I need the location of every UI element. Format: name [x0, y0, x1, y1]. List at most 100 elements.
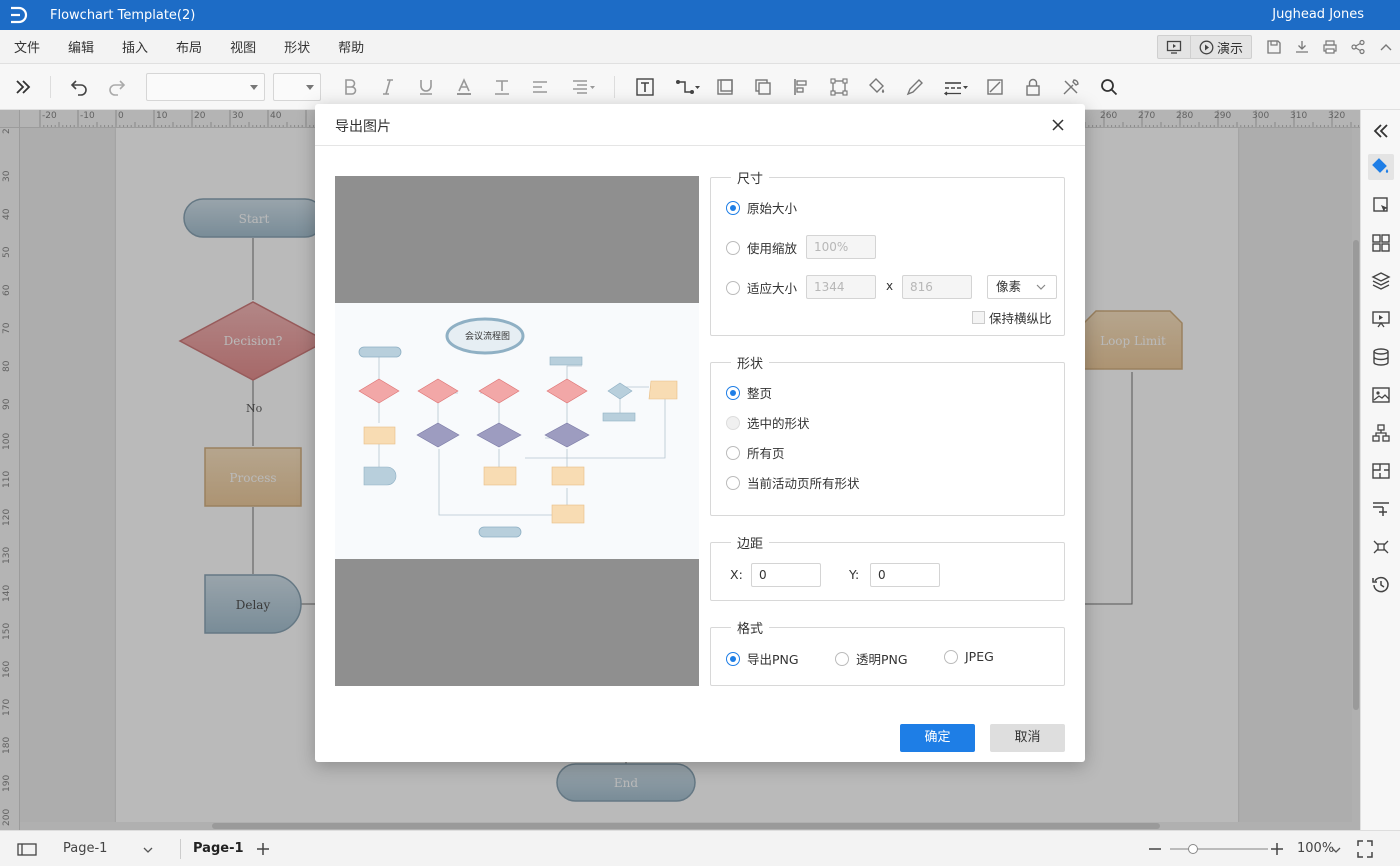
size-original-option[interactable]: 原始大小	[726, 198, 797, 217]
radio-unchecked[interactable]	[944, 649, 958, 664]
size-original-label: 原始大小	[747, 201, 798, 216]
line-color-button[interactable]	[902, 74, 928, 100]
image-button[interactable]	[1368, 382, 1394, 408]
size-scale-option[interactable]: 使用缩放	[726, 238, 797, 257]
search-button[interactable]	[1096, 74, 1122, 100]
size-fit-option[interactable]: 适应大小	[726, 278, 797, 297]
font-color-button[interactable]	[451, 74, 477, 100]
confirm-button[interactable]: 确定	[900, 724, 975, 752]
save-button[interactable]	[1260, 30, 1288, 64]
slideshow-button[interactable]	[1158, 36, 1190, 58]
zoom-in-button[interactable]	[1270, 831, 1284, 866]
present-button[interactable]: 演示	[1189, 36, 1251, 58]
page-panel-button[interactable]	[16, 831, 38, 866]
radio-checked[interactable]	[726, 385, 740, 400]
align-shapes-button[interactable]	[788, 74, 814, 100]
text-box-button[interactable]	[632, 74, 658, 100]
align-button[interactable]	[527, 74, 553, 100]
page-tab-active[interactable]: Page-1	[193, 831, 244, 866]
arrange-button[interactable]	[750, 74, 776, 100]
floor-plan-button[interactable]	[1368, 458, 1394, 484]
all-pages-label: 所有页	[747, 446, 785, 461]
checkbox[interactable]	[972, 311, 985, 324]
underline-button[interactable]	[413, 74, 439, 100]
italic-button[interactable]	[375, 74, 401, 100]
collapse-menu-button[interactable]	[1372, 30, 1400, 64]
size-legend: 尺寸	[737, 172, 764, 187]
radio-unchecked[interactable]	[726, 280, 740, 295]
scale-input[interactable]: 100%	[806, 235, 876, 259]
close-dialog-button[interactable]	[1049, 116, 1067, 134]
download-button[interactable]	[1288, 30, 1316, 64]
text-box-icon	[636, 78, 654, 96]
format-jpeg-option[interactable]: JPEG	[944, 649, 994, 664]
radio-unchecked[interactable]	[726, 475, 740, 490]
connector-button[interactable]	[672, 74, 704, 100]
menu-edit[interactable]: 编辑	[54, 37, 108, 56]
shape-all-pages-option[interactable]: 所有页	[726, 443, 785, 462]
tools-button[interactable]	[1058, 74, 1084, 100]
org-chart-button[interactable]	[1368, 420, 1394, 446]
undo-button[interactable]	[66, 74, 92, 100]
shape-format-button[interactable]	[1368, 192, 1394, 218]
library-button[interactable]	[1368, 230, 1394, 256]
share-button[interactable]	[1344, 30, 1372, 64]
width-input[interactable]: 1344	[806, 275, 876, 299]
line-spacing-button[interactable]	[567, 74, 599, 100]
bold-button[interactable]	[337, 74, 363, 100]
fill-button[interactable]	[864, 74, 890, 100]
margin-y-input[interactable]: 0	[870, 563, 940, 587]
zoom-slider[interactable]	[1170, 831, 1268, 866]
page-tab-label: Page-1	[193, 841, 244, 856]
redo-button[interactable]	[104, 74, 130, 100]
mind-map-button[interactable]	[1368, 534, 1394, 560]
menu-view[interactable]: 视图	[216, 37, 270, 56]
radio-disabled[interactable]	[726, 415, 740, 430]
keep-ratio-checkbox[interactable]: 保持横纵比	[972, 308, 1052, 327]
menu-help[interactable]: 帮助	[324, 37, 378, 56]
lock-button[interactable]	[1020, 74, 1046, 100]
format-png-option[interactable]: 导出PNG	[726, 649, 799, 668]
pen-icon	[906, 79, 923, 96]
height-input[interactable]: 816	[902, 275, 972, 299]
menu-shape[interactable]: 形状	[270, 37, 324, 56]
size-button[interactable]	[826, 74, 852, 100]
page-select[interactable]: Page-1	[63, 831, 159, 866]
timeline-button[interactable]	[1368, 496, 1394, 522]
zoom-out-button[interactable]	[1148, 831, 1162, 866]
radio-checked[interactable]	[726, 200, 740, 215]
menu-file[interactable]: 文件	[0, 37, 54, 56]
cancel-button[interactable]: 取消	[990, 724, 1065, 752]
app-logo-icon[interactable]	[0, 0, 36, 30]
data-button[interactable]	[1368, 344, 1394, 370]
text-style-button[interactable]	[489, 74, 515, 100]
style-panel-button[interactable]	[1368, 154, 1394, 180]
shape-whole-page-option[interactable]: 整页	[726, 383, 772, 402]
format-transparent-png-option[interactable]: 透明PNG	[835, 649, 908, 668]
print-button[interactable]	[1316, 30, 1344, 64]
font-size-select[interactable]	[273, 73, 321, 101]
radio-unchecked[interactable]	[726, 445, 740, 460]
presentation-panel-button[interactable]	[1368, 306, 1394, 332]
menu-layout[interactable]: 布局	[162, 37, 216, 56]
zoom-select[interactable]: 100%	[1297, 831, 1341, 866]
shape-selected-option[interactable]: 选中的形状	[726, 413, 810, 432]
menu-insert[interactable]: 插入	[108, 37, 162, 56]
collapse-side-panel-button[interactable]	[1368, 118, 1394, 144]
edit-shape-button[interactable]	[982, 74, 1008, 100]
layers-button[interactable]	[1368, 268, 1394, 294]
radio-unchecked[interactable]	[726, 240, 740, 255]
fullscreen-button[interactable]	[1356, 831, 1374, 866]
container-button[interactable]	[712, 74, 738, 100]
user-name[interactable]: Jughead Jones	[1272, 0, 1364, 30]
shape-current-page-option[interactable]: 当前活动页所有形状	[726, 473, 860, 492]
line-style-button[interactable]	[940, 74, 972, 100]
radio-checked[interactable]	[726, 651, 740, 666]
margin-x-input[interactable]: 0	[751, 563, 821, 587]
expand-panel-button[interactable]	[10, 74, 36, 100]
font-family-select[interactable]	[146, 73, 265, 101]
history-button[interactable]	[1368, 572, 1394, 598]
radio-unchecked[interactable]	[835, 651, 849, 666]
add-page-button[interactable]	[255, 831, 271, 866]
unit-select[interactable]: 像素	[987, 275, 1057, 299]
